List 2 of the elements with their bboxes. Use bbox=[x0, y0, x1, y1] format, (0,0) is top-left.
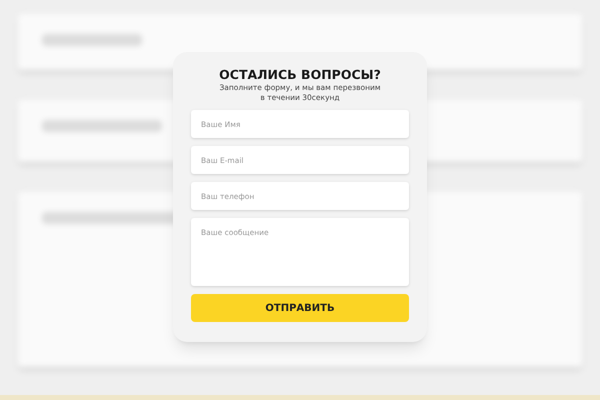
submit-button[interactable]: ОТПРАВИТЬ bbox=[191, 294, 409, 322]
form-title: ОСТАЛИСЬ ВОПРОСЫ? bbox=[219, 67, 381, 83]
